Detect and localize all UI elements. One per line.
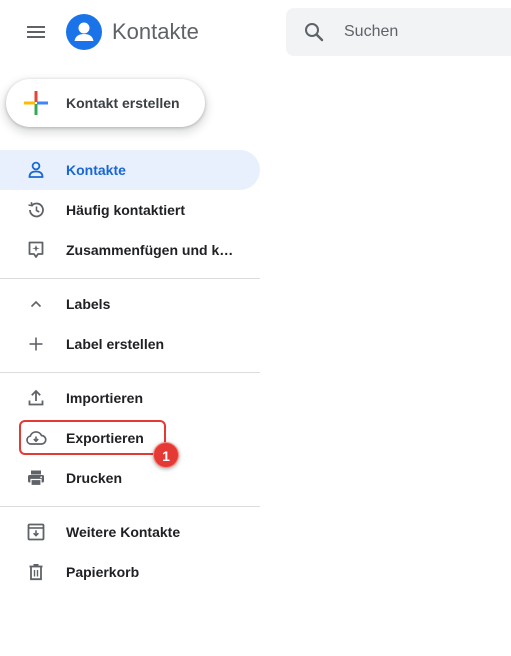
- labels-heading: Labels: [66, 296, 111, 312]
- chevron-up-icon[interactable]: [24, 292, 48, 316]
- archive-icon: [24, 520, 48, 544]
- search-input[interactable]: [344, 20, 511, 44]
- nav-item-label: Papierkorb: [66, 564, 140, 580]
- step-number-badge: 1: [153, 442, 179, 468]
- divider: [0, 372, 260, 373]
- nav-item-label: Zusammenfügen und k…: [66, 242, 234, 258]
- cloud-download-icon: [24, 426, 48, 450]
- nav-item-label: Exportieren: [66, 430, 144, 446]
- nav-item-export[interactable]: Exportieren: [0, 418, 260, 458]
- nav-item-import[interactable]: Importieren: [0, 378, 260, 418]
- plus-icon: [24, 332, 48, 356]
- contacts-logo-icon: [66, 14, 102, 50]
- nav-item-label: Importieren: [66, 390, 144, 406]
- print-icon: [24, 466, 48, 490]
- divider: [0, 278, 260, 279]
- nav-item-other-contacts[interactable]: Weitere Kontakte: [0, 512, 260, 552]
- create-contact-label: Kontakt erstellen: [66, 95, 180, 111]
- nav-item-merge-and-fix[interactable]: Zusammenfügen und k…: [0, 230, 260, 270]
- nav-item-label: Weitere Kontakte: [66, 524, 181, 540]
- nav-item-print[interactable]: Drucken: [0, 458, 260, 498]
- labels-section-header: Labels: [0, 284, 260, 324]
- nav-item-label: Kontakte: [66, 162, 126, 178]
- create-label-text: Label erstellen: [66, 336, 165, 352]
- nav-item-trash[interactable]: Papierkorb: [0, 552, 260, 592]
- top-app-bar: Kontakte: [0, 0, 511, 64]
- create-contact-button[interactable]: Kontakt erstellen: [6, 79, 205, 127]
- nav-item-contacts[interactable]: Kontakte: [0, 150, 260, 190]
- search-bar[interactable]: [286, 8, 511, 56]
- nav-item-frequently-contacted[interactable]: Häufig kontaktiert: [0, 190, 260, 230]
- upload-icon: [24, 386, 48, 410]
- nav-item-label: Drucken: [66, 470, 123, 486]
- search-icon[interactable]: [302, 20, 326, 44]
- menu-icon: [27, 26, 45, 38]
- multicolor-plus-icon: [24, 91, 48, 115]
- trash-icon: [24, 560, 48, 584]
- nav-item-label: Häufig kontaktiert: [66, 202, 186, 218]
- merge-icon: [24, 238, 48, 262]
- create-label-button[interactable]: Label erstellen: [0, 324, 260, 364]
- main-menu-button[interactable]: [16, 12, 56, 52]
- app-title: Kontakte: [112, 19, 199, 44]
- person-icon: [24, 158, 48, 182]
- history-icon: [24, 198, 48, 222]
- divider: [0, 506, 260, 507]
